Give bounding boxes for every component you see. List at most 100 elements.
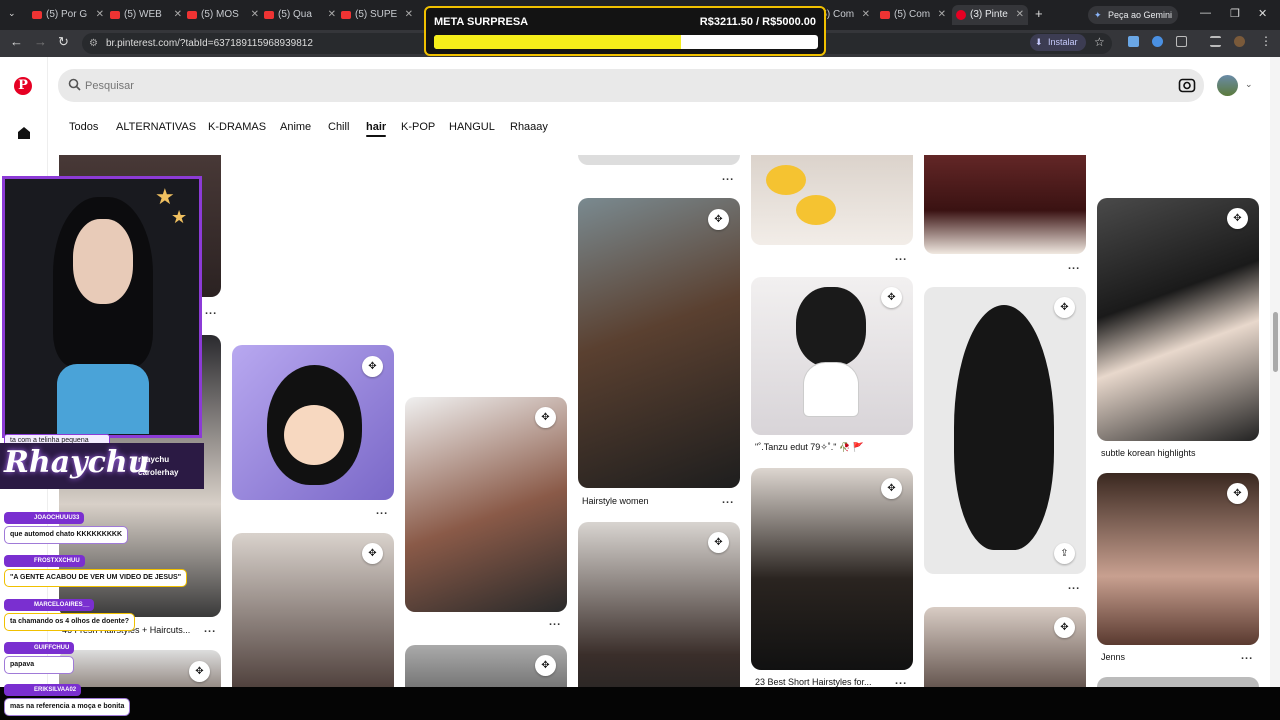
save-pin-icon[interactable]: ✥ <box>189 661 210 682</box>
pin-more-options-icon[interactable]: ... <box>722 494 734 506</box>
extensions-puzzle-icon[interactable] <box>1176 36 1187 47</box>
close-tab-icon[interactable]: ✕ <box>96 5 104 25</box>
category-tab-alternativas[interactable]: ALTERNATIVAS <box>116 121 196 133</box>
close-window-icon[interactable]: ✕ <box>1258 7 1267 20</box>
save-pin-icon[interactable]: ✥ <box>1227 483 1248 504</box>
share-pin-icon[interactable]: ⇪ <box>1054 543 1075 564</box>
pin-more-options-icon[interactable]: ... <box>549 616 561 628</box>
pin-card[interactable] <box>578 198 740 488</box>
save-pin-icon[interactable]: ✥ <box>362 356 383 377</box>
pin-more-options-icon[interactable]: ... <box>1241 650 1253 662</box>
chat-username: MARCELOAIRES__ <box>4 599 95 611</box>
save-pin-icon[interactable]: ✥ <box>708 209 729 230</box>
chevron-down-icon[interactable]: ⌄ <box>1245 79 1253 90</box>
save-pin-icon[interactable]: ✥ <box>881 478 902 499</box>
pin-caption[interactable]: "˚.Tanzu edut 79✧˚." 🥀 🚩 <box>755 442 864 453</box>
browser-tab[interactable]: (5) Qua ✕ <box>260 5 340 25</box>
extension-icon[interactable] <box>1152 36 1163 47</box>
extension-download-icon[interactable] <box>1128 36 1139 47</box>
save-pin-icon[interactable]: ✥ <box>1054 297 1075 318</box>
category-tab-anime[interactable]: Anime <box>280 121 311 133</box>
pin-more-options-icon[interactable]: ... <box>1068 580 1080 592</box>
search-input[interactable] <box>85 69 1165 102</box>
close-tab-icon[interactable]: ✕ <box>328 5 336 25</box>
browser-tab[interactable]: (5) MOS ✕ <box>183 5 263 25</box>
pin-card[interactable] <box>924 287 1086 574</box>
visual-search-camera-icon[interactable] <box>1178 76 1196 94</box>
save-pin-icon[interactable]: ✥ <box>535 655 556 676</box>
pin-more-options-icon[interactable]: ... <box>376 505 388 517</box>
pin-caption[interactable]: subtle korean highlights <box>1101 448 1196 458</box>
pinterest-logo-icon[interactable]: P <box>14 77 32 95</box>
gemini-label: Peça ao Gemini <box>1108 10 1173 20</box>
profile-icon[interactable] <box>1234 36 1245 47</box>
social-handle: rhaychu <box>138 455 170 464</box>
search-bar <box>58 69 1204 102</box>
avatar[interactable] <box>1217 75 1238 96</box>
minimize-icon[interactable]: — <box>1200 7 1211 19</box>
pin-more-options-icon[interactable]: ... <box>895 675 907 687</box>
ask-gemini-button[interactable]: ✦ Peça ao Gemini <box>1088 6 1178 24</box>
pin-more-options-icon[interactable]: ... <box>205 305 217 317</box>
pin-card[interactable] <box>578 155 740 165</box>
chat-message: JOAOCHUUU33 que automod chato KKKKKKKKK <box>4 506 128 544</box>
page-scrollbar[interactable] <box>1270 57 1280 720</box>
browser-tab[interactable]: (5) Com ✕ <box>876 5 950 25</box>
chat-text: ta chamando os 4 olhos de doente? <box>4 613 136 631</box>
pin-caption[interactable]: 23 Best Short Hairstyles for... <box>755 677 872 687</box>
pin-more-options-icon[interactable]: ... <box>1068 260 1080 272</box>
save-pin-icon[interactable]: ✥ <box>535 407 556 428</box>
pinterest-favicon-icon <box>956 10 966 20</box>
close-tab-icon[interactable]: ✕ <box>251 5 259 25</box>
browser-tab[interactable]: (5) Por G ✕ <box>28 5 108 25</box>
pin-grid: ... 46 Fresh Hairstyles + Haircuts... ..… <box>48 155 1270 687</box>
pin-card[interactable] <box>1097 677 1259 687</box>
pin-more-options-icon[interactable]: ... <box>895 251 907 263</box>
new-tab-plus-icon[interactable]: + <box>1035 6 1043 21</box>
close-tab-icon[interactable]: ✕ <box>1016 5 1024 25</box>
close-tab-icon[interactable]: ✕ <box>174 5 182 25</box>
category-tab-hair[interactable]: hair <box>366 121 387 137</box>
browser-tab-active[interactable]: (3) Pinte ✕ <box>952 5 1028 25</box>
chat-text: papava <box>4 656 75 674</box>
pin-more-options-icon[interactable]: ... <box>722 171 734 183</box>
browser-tab[interactable]: (5) WEB ✕ <box>106 5 186 25</box>
chat-text: mas na referencia a moça e bonita <box>4 698 131 716</box>
pin-caption[interactable]: Jenns <box>1101 652 1125 662</box>
category-tab-kpop[interactable]: K-POP <box>401 121 435 133</box>
forward-arrow-icon[interactable]: → <box>34 34 47 49</box>
save-pin-icon[interactable]: ✥ <box>708 532 729 553</box>
home-icon[interactable] <box>17 126 31 140</box>
restore-icon[interactable]: ❐ <box>1230 7 1240 20</box>
save-pin-icon[interactable]: ✥ <box>1054 617 1075 638</box>
pin-more-options-icon[interactable]: ... <box>204 623 216 635</box>
close-tab-icon[interactable]: ✕ <box>405 5 413 25</box>
goal-label: META SURPRESA <box>434 16 529 28</box>
browser-menu-icon[interactable]: ⋮ <box>1260 34 1272 48</box>
bookmark-star-icon[interactable]: ☆ <box>1094 35 1105 49</box>
close-tab-icon[interactable]: ✕ <box>938 5 946 25</box>
category-tab-todos[interactable]: Todos <box>69 121 98 133</box>
category-tab-kdramas[interactable]: K-DRAMAS <box>208 121 266 133</box>
media-controls-icon[interactable] <box>1210 36 1221 47</box>
tab-search-chevron-icon[interactable]: ⌄ <box>8 8 16 19</box>
site-info-icon[interactable]: ⚙ <box>89 33 98 54</box>
pin-caption[interactable]: Hairstyle women <box>582 496 649 506</box>
category-tab-hangul[interactable]: HANGUL <box>449 121 495 133</box>
back-arrow-icon[interactable]: ← <box>10 34 23 49</box>
save-pin-icon[interactable]: ✥ <box>881 287 902 308</box>
pin-card[interactable] <box>1097 198 1259 441</box>
scrollbar-thumb[interactable] <box>1273 312 1278 372</box>
category-tab-rhaaay[interactable]: Rhaaay <box>510 121 548 133</box>
save-pin-icon[interactable]: ✥ <box>1227 208 1248 229</box>
save-pin-icon[interactable]: ✥ <box>362 543 383 564</box>
pin-card[interactable] <box>751 155 913 245</box>
close-tab-icon[interactable]: ✕ <box>862 5 870 25</box>
streamer-webcam-overlay: ★ ★ <box>2 176 202 438</box>
category-tab-chill[interactable]: Chill <box>328 121 349 133</box>
browser-tab[interactable]: (5) SUPE ✕ <box>337 5 417 25</box>
install-app-button[interactable]: ⬇ Instalar <box>1030 34 1086 51</box>
pin-card[interactable] <box>924 155 1086 254</box>
reload-icon[interactable]: ↻ <box>58 34 69 50</box>
pin-card[interactable] <box>405 397 567 612</box>
